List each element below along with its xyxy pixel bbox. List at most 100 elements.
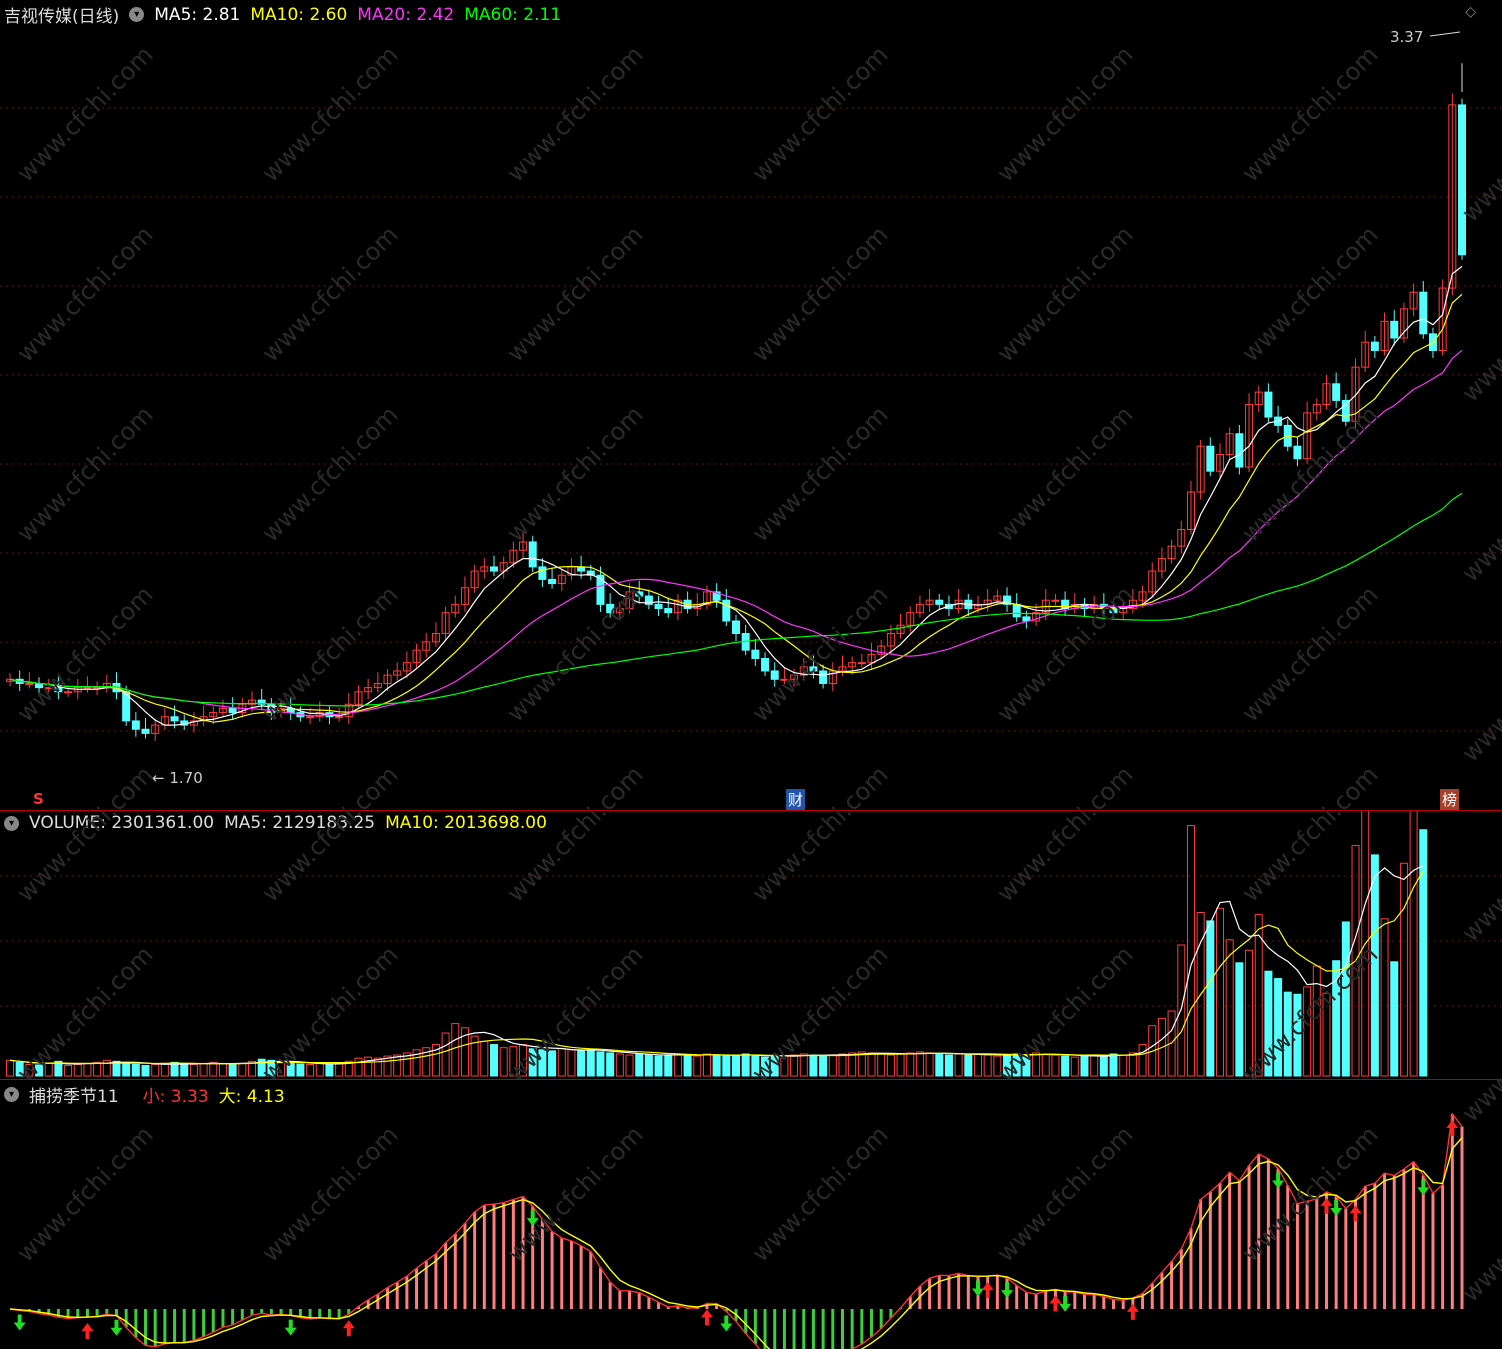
volume-bar bbox=[1303, 986, 1312, 1077]
volume-bar bbox=[896, 1053, 905, 1077]
volume-bar bbox=[335, 1062, 344, 1077]
volume-bar bbox=[131, 1063, 140, 1077]
high-price-label: 3.37 bbox=[1390, 28, 1424, 46]
volume-bar bbox=[867, 1052, 876, 1077]
candle-body bbox=[64, 691, 73, 694]
candle-body bbox=[1235, 433, 1244, 468]
volume-bar bbox=[683, 1054, 692, 1077]
volume-bar bbox=[64, 1065, 73, 1077]
volume-bar bbox=[732, 1054, 740, 1077]
volume-bar bbox=[838, 1053, 847, 1077]
volume-chart[interactable] bbox=[0, 811, 1502, 1079]
volume-bar bbox=[1090, 1054, 1099, 1077]
volume-bar bbox=[1138, 1044, 1147, 1077]
candle-body bbox=[490, 566, 498, 572]
volume-bar bbox=[935, 1053, 944, 1077]
volume-bar bbox=[770, 1055, 779, 1077]
ranking-marker[interactable]: 榜 bbox=[1440, 789, 1460, 810]
sell-arrow-icon bbox=[110, 1319, 123, 1336]
candle-body bbox=[606, 603, 615, 614]
candle-body bbox=[25, 682, 34, 685]
price-chart[interactable] bbox=[0, 0, 1502, 810]
volume-bar bbox=[654, 1055, 663, 1077]
volume-bar bbox=[1012, 1053, 1021, 1077]
volume-bar bbox=[1051, 1054, 1060, 1077]
volume-bar bbox=[1409, 811, 1418, 1077]
volume-bar bbox=[373, 1057, 382, 1077]
volume-bar bbox=[499, 1047, 508, 1077]
volume-bar bbox=[141, 1065, 150, 1077]
volume-bar bbox=[819, 1055, 828, 1077]
volume-bar bbox=[644, 1054, 653, 1077]
candle-body bbox=[44, 687, 53, 690]
candle-body bbox=[83, 687, 92, 690]
volume-bar bbox=[848, 1052, 857, 1077]
candle-body bbox=[635, 591, 644, 597]
buy-arrow-icon bbox=[1049, 1295, 1062, 1312]
volume-bar bbox=[741, 1053, 750, 1077]
volume-bar bbox=[1080, 1055, 1089, 1077]
volume-bar bbox=[6, 1059, 14, 1077]
candle-body bbox=[1341, 399, 1350, 422]
candle-body bbox=[1264, 391, 1273, 418]
volume-bar bbox=[528, 1048, 537, 1077]
volume-bar bbox=[189, 1063, 198, 1077]
volume-bar bbox=[799, 1053, 808, 1077]
volume-bar bbox=[1128, 1052, 1137, 1077]
candle-body bbox=[1012, 603, 1021, 618]
volume-bar bbox=[964, 1054, 973, 1077]
volume-bar bbox=[44, 1062, 53, 1077]
volume-bar bbox=[1070, 1056, 1079, 1077]
indicator-pane[interactable]: ▾ 捕捞季节11 小: 3.33 大: 4.13 bbox=[0, 1080, 1502, 1349]
volume-bar bbox=[1216, 907, 1224, 1077]
volume-bar bbox=[199, 1062, 208, 1077]
volume-bar bbox=[509, 1046, 518, 1077]
candle-body bbox=[1458, 104, 1466, 256]
volume-bar bbox=[548, 1050, 557, 1077]
candle-body bbox=[761, 657, 770, 672]
volume-bar bbox=[480, 1040, 489, 1077]
volume-bar bbox=[664, 1054, 673, 1077]
candle-body bbox=[596, 574, 605, 605]
volume-bar bbox=[1109, 1053, 1118, 1077]
candle-body bbox=[1206, 445, 1215, 472]
volume-bar bbox=[93, 1061, 102, 1077]
volume-pane[interactable]: ▾ VOLUME: 2301361.00 MA5: 2129183.25 MA1… bbox=[0, 811, 1502, 1079]
sell-arrow-icon bbox=[972, 1280, 984, 1297]
volume-bar bbox=[160, 1062, 169, 1077]
volume-bar bbox=[1341, 921, 1350, 1077]
volume-bar bbox=[1099, 1055, 1108, 1077]
price-pane[interactable]: 吉视传媒(日线) ▾ MA5: 2.81 MA10: 2.60 MA20: 2.… bbox=[0, 0, 1502, 810]
indicator-chart[interactable] bbox=[0, 1080, 1502, 1349]
low-price-label: ← 1.70 bbox=[152, 769, 203, 787]
candle-body bbox=[1370, 341, 1379, 351]
s-marker[interactable]: S bbox=[33, 790, 44, 808]
candle-body bbox=[335, 716, 344, 719]
candle-body bbox=[306, 716, 315, 719]
volume-bar bbox=[809, 1054, 818, 1077]
volume-bar bbox=[635, 1053, 644, 1077]
candle-body bbox=[54, 687, 63, 693]
volume-bar bbox=[364, 1056, 373, 1077]
volume-bar bbox=[1245, 949, 1254, 1077]
volume-bar bbox=[490, 1044, 498, 1077]
volume-bar bbox=[751, 1055, 760, 1077]
volume-bar bbox=[286, 1062, 295, 1077]
volume-bar bbox=[625, 1054, 634, 1077]
volume-bar bbox=[606, 1052, 615, 1077]
volume-bar bbox=[1061, 1055, 1070, 1077]
candle-body bbox=[819, 670, 828, 684]
buy-arrow-icon bbox=[342, 1320, 355, 1337]
volume-bar bbox=[218, 1062, 227, 1077]
buy-arrow-icon bbox=[1126, 1303, 1139, 1320]
candle-body bbox=[857, 662, 866, 665]
volume-bar bbox=[73, 1063, 82, 1077]
buy-arrow-icon bbox=[1446, 1120, 1459, 1136]
volume-bar bbox=[325, 1063, 334, 1077]
candle-body bbox=[1051, 599, 1060, 602]
high-marker-arrow bbox=[1429, 31, 1461, 37]
candle-body bbox=[780, 678, 789, 681]
finance-marker[interactable]: 财 bbox=[786, 789, 806, 810]
volume-bar bbox=[915, 1051, 924, 1077]
volume-bar bbox=[451, 1023, 460, 1077]
